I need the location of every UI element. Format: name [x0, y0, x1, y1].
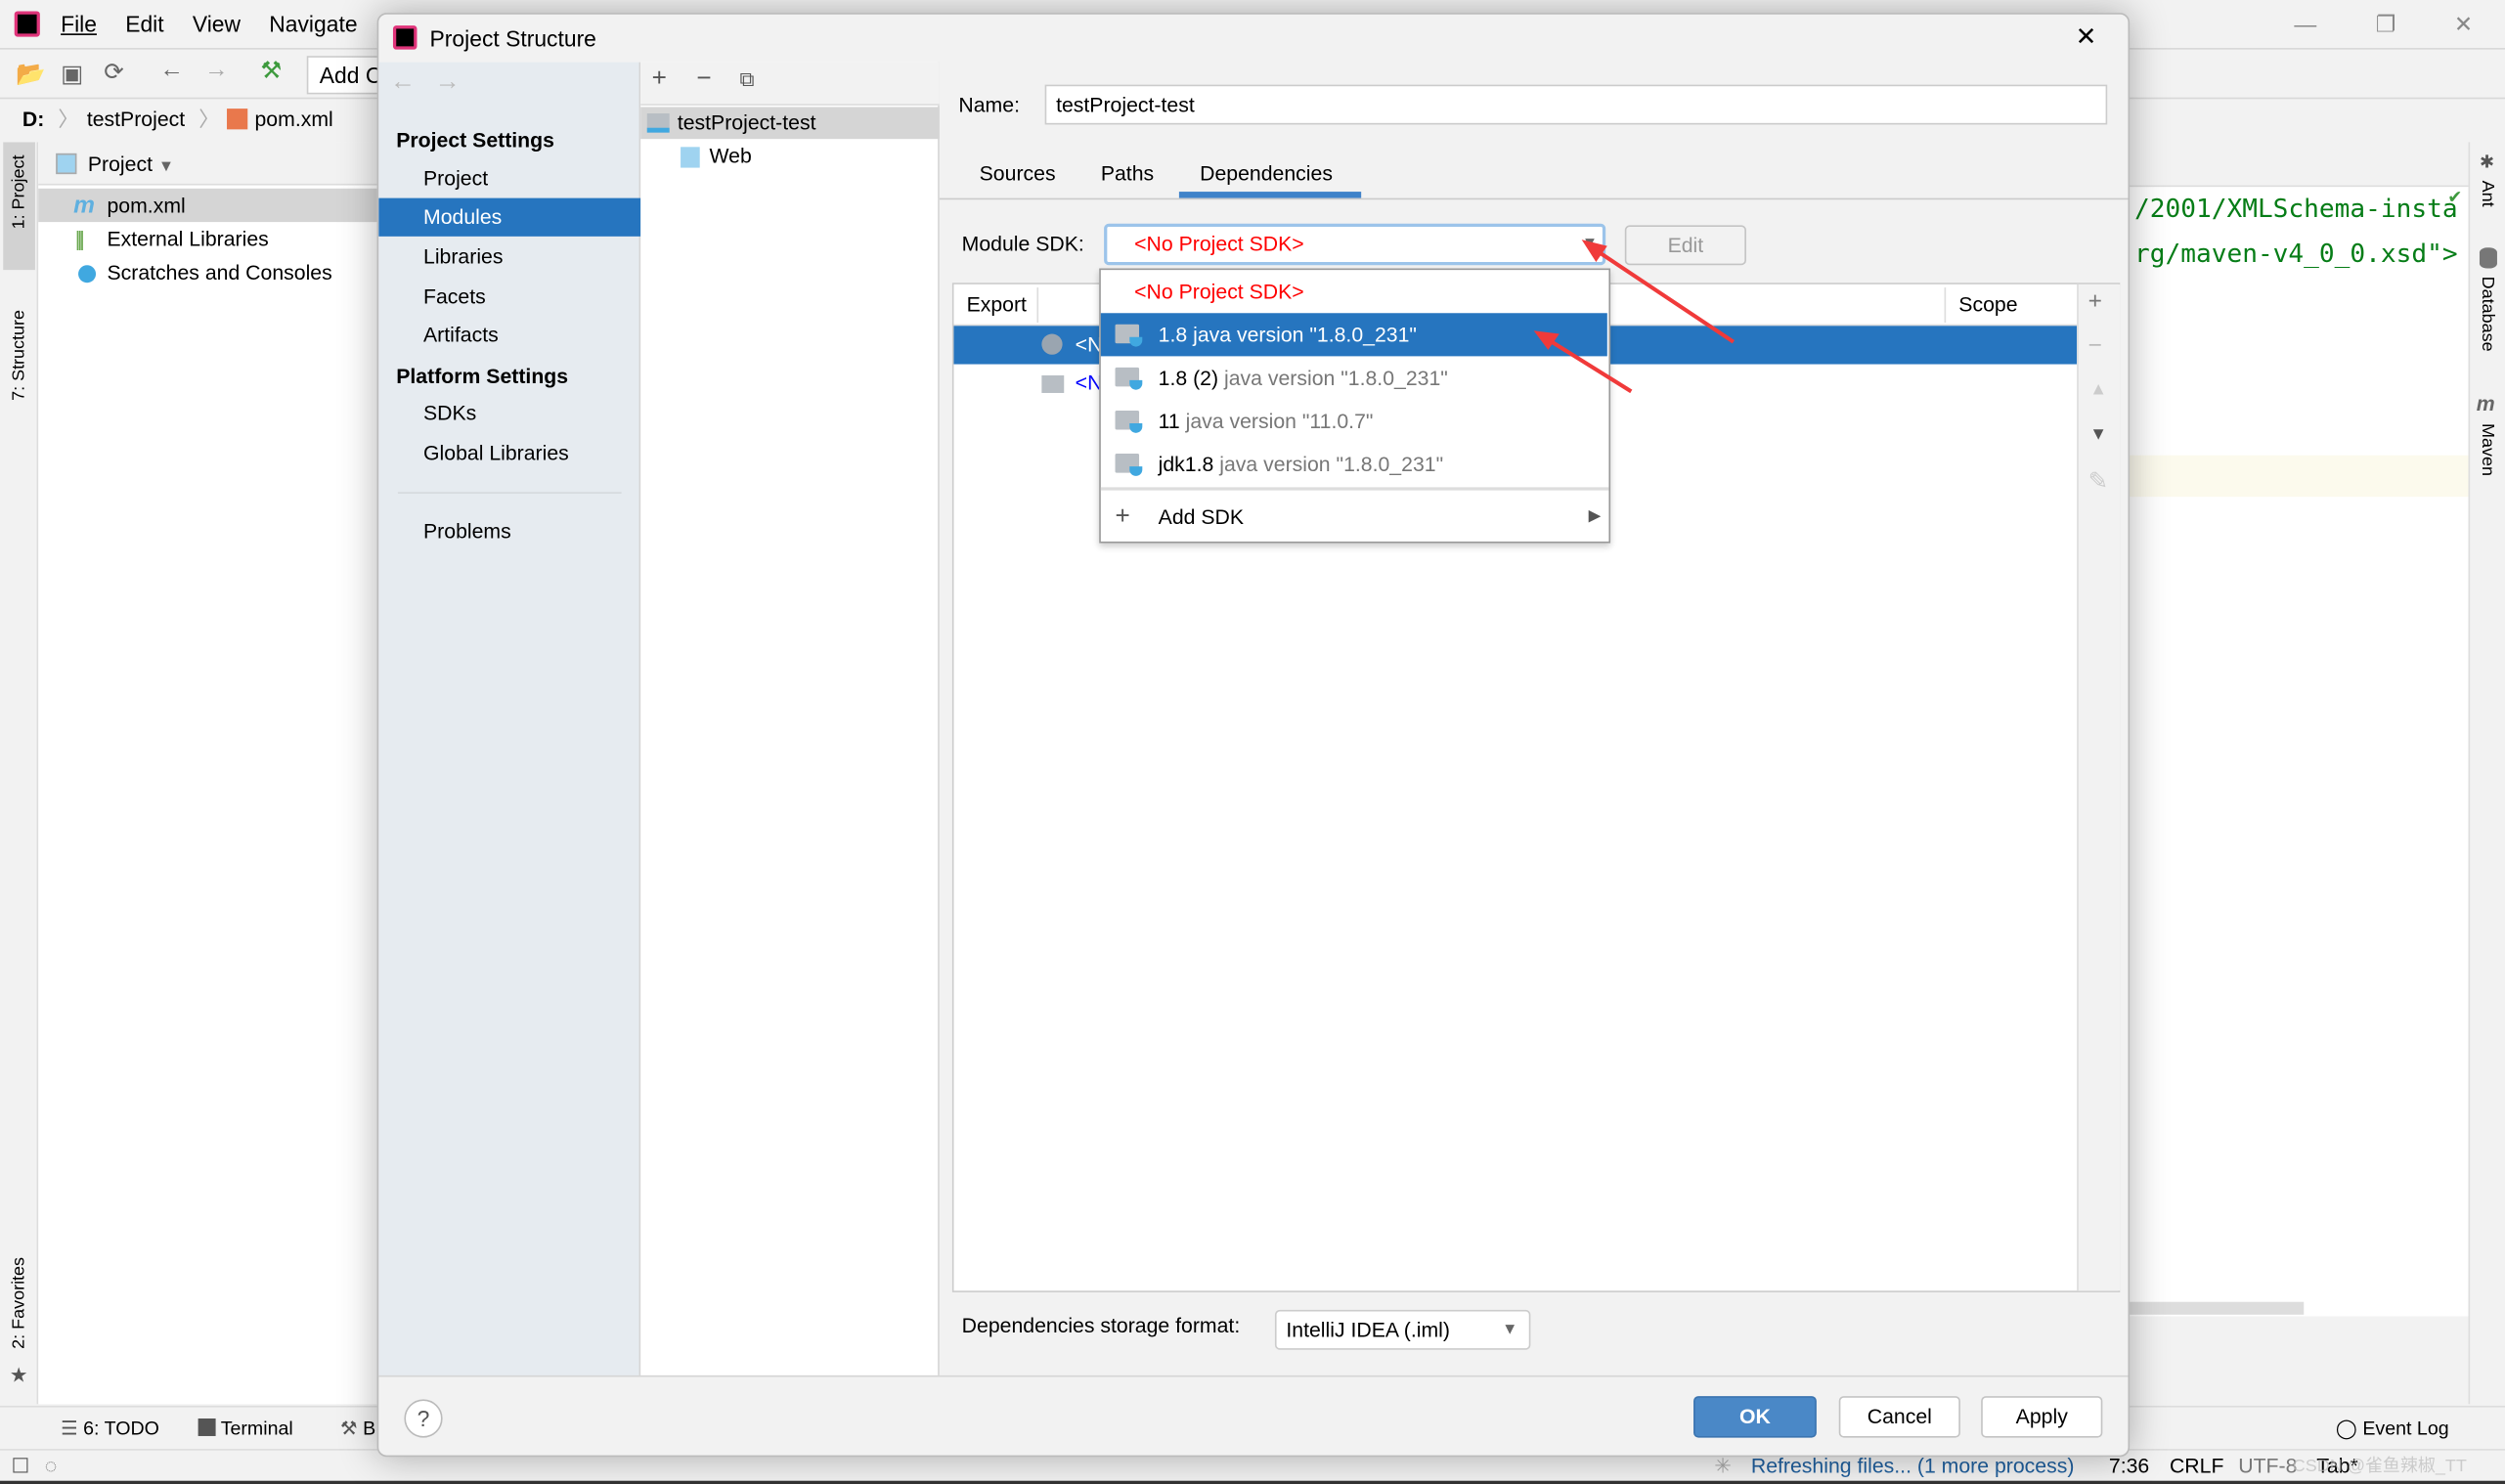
annotation-arrows	[1533, 240, 1736, 394]
annotation-arrow	[1545, 336, 1633, 394]
annotation-arrowhead	[1533, 330, 1560, 350]
annotation-arrow	[1593, 247, 1736, 344]
annotation-arrowhead	[1581, 240, 1607, 262]
ide-window: File Edit View Navigate C — ❐ ✕ 📂 ▣ ⟳ ← …	[0, 0, 2505, 1484]
